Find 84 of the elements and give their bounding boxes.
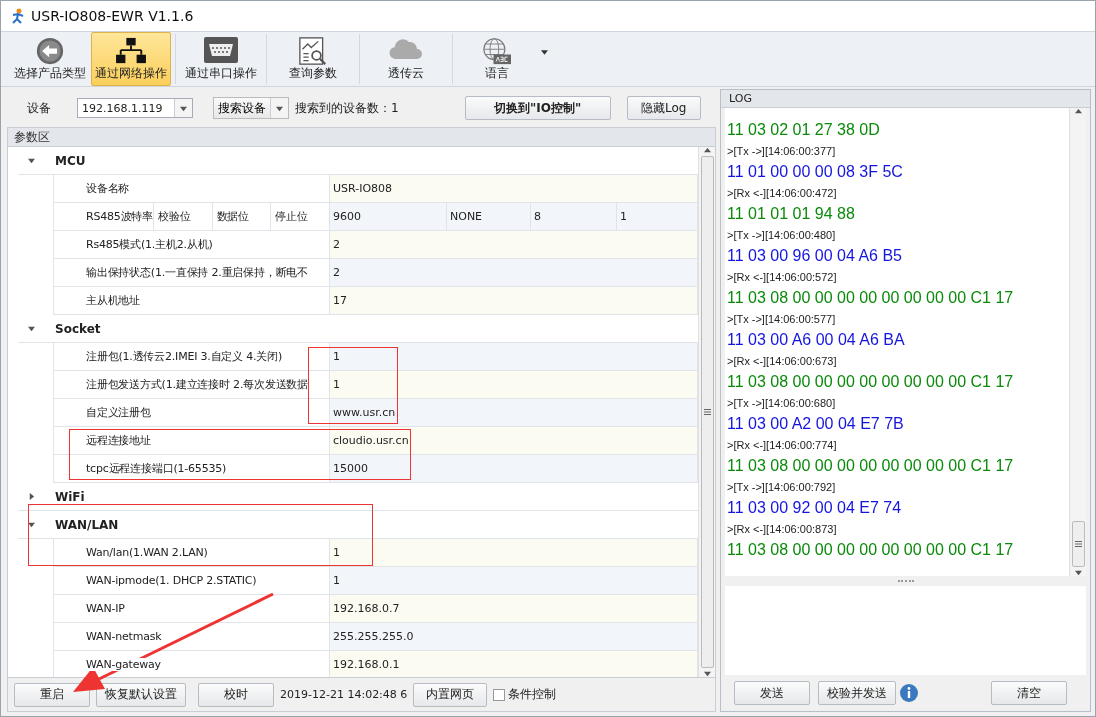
caret-icon[interactable] [180,104,187,112]
param-value[interactable]: www.usr.cn [330,399,698,426]
log-line: 11 03 08 00 00 00 00 00 00 00 00 C1 17 [727,372,1015,392]
toolbar-button[interactable]: 语言 [457,32,537,86]
param-value[interactable]: 255.255.255.0 [330,623,698,650]
toolbar-button[interactable]: 透传云 [364,32,448,86]
log-line: >[Rx <-][14:06:00:873] [727,522,838,537]
device-combo[interactable]: 192.168.1.119 [77,98,193,118]
log-header: LOG [721,90,1090,108]
log-line: >[Rx <-][14:06:00:572] [727,270,838,285]
log-line: 11 03 08 00 00 00 00 00 00 00 00 C1 17 [727,540,1015,560]
param-label: 数据位 [212,203,272,230]
info-icon[interactable] [899,683,919,703]
chevron-right-icon[interactable] [27,493,35,500]
log-line: 11 03 08 00 00 00 00 00 00 00 00 C1 17 [727,288,1015,308]
chevron-down-icon[interactable] [27,325,35,332]
chevron-down-icon[interactable] [27,521,35,528]
param-value[interactable]: 8 [531,203,617,230]
section-header: 参数区 [7,127,716,147]
action-button[interactable]: 恢复默认设置 [96,682,186,707]
log-line: 11 03 00 A2 00 04 E7 7B [727,414,905,434]
toolbar-button[interactable]: 查询参数 [271,32,355,86]
search-device-button[interactable]: 搜索设备 [213,97,289,119]
param-value[interactable]: 192.168.0.7 [330,595,698,622]
running-figure-icon [11,8,25,24]
network-icon [115,37,147,65]
log-line: 11 03 00 A6 00 04 A6 BA [727,330,906,350]
log-line: 11 03 00 96 00 04 A6 B5 [727,246,903,266]
param-value[interactable]: 15000 [330,455,698,482]
condition-checkbox[interactable]: 条件控制 [493,686,557,703]
toolbar-button[interactable]: 选择产品类型 [9,32,91,86]
found-count-label: 搜索到的设备数：1 [295,99,399,117]
log-line: 11 03 08 00 00 00 00 00 00 00 00 C1 17 [727,456,1015,476]
device-label: 设备 [27,99,51,117]
group-header: WiFi [54,489,86,504]
log-line: >[Tx ->][14:06:00:680] [727,396,837,411]
hide-log-button[interactable]: 隐藏Log [626,96,701,120]
verify-send-button[interactable]: 校验并发送 [818,681,896,705]
log-line: >[Rx <-][14:06:00:472] [727,186,838,201]
group-header: WAN/LAN [54,517,120,532]
grip-icon[interactable] [703,409,711,415]
cloud-icon [389,37,423,61]
param-label: WAN-gateway [85,657,162,673]
log-line: >[Tx ->][14:06:00:577] [727,312,837,327]
param-label: WAN-ipmode(1. DHCP 2.STATIC) [85,573,258,589]
timestamp: 2019-12-21 14:02:48 6 [280,688,408,701]
grip-icon[interactable] [1074,541,1082,547]
param-value[interactable]: 9600 [330,203,447,230]
window-title: USR-IO808-EWR V1.1.6 [31,8,194,24]
param-label: RS485波特率 [54,203,155,230]
switch-io-button[interactable]: 切换到"IO控制" [464,96,611,120]
globe-abc-icon [480,37,514,65]
log-line: 11 01 00 00 00 08 3F 5C [727,162,904,182]
log-line: 11 03 02 01 27 38 0D [727,120,881,140]
chart-search-icon [297,37,329,65]
scroll-down-icon[interactable] [703,670,711,677]
param-value[interactable]: USR-IO808 [330,175,698,202]
scrollbar[interactable] [698,147,715,677]
toolbar-button[interactable]: 通过串口操作 [180,32,262,86]
clear-button[interactable]: 清空 [991,681,1067,705]
param-value[interactable]: 192.168.0.1 [330,651,698,677]
serial-port-icon [204,37,238,63]
web-page-button[interactable]: 内置网页 [413,682,488,707]
param-value[interactable]: NONE [447,203,531,230]
scroll-down-icon[interactable] [1074,569,1082,576]
log-line: >[Tx ->][14:06:00:792] [727,480,837,495]
send-button[interactable]: 发送 [734,681,810,705]
log-line: >[Tx ->][14:06:00:480] [727,228,837,243]
scrollbar[interactable] [1069,108,1086,576]
param-value[interactable]: cloudio.usr.cn [330,427,698,454]
chevron-down-icon[interactable] [27,157,35,164]
log-line: 11 03 00 92 00 04 E7 74 [727,498,903,518]
caret-icon[interactable] [541,49,548,55]
group-header: MCU [54,153,87,168]
param-label: 校验位 [154,203,213,230]
toolbar-button[interactable]: 通过网络操作 [91,32,171,86]
log-line: 11 01 01 01 94 88 [727,204,856,224]
group-header: Socket [54,321,102,336]
log-line: >[Rx <-][14:06:00:774] [727,438,838,453]
caret-icon[interactable] [276,104,283,112]
action-button[interactable]: 校时 [198,682,274,707]
log-line: >[Rx <-][14:06:00:673] [727,354,838,369]
log-line: >[Tx ->][14:06:00:377] [727,144,837,159]
action-button[interactable]: 重启 [14,682,90,707]
